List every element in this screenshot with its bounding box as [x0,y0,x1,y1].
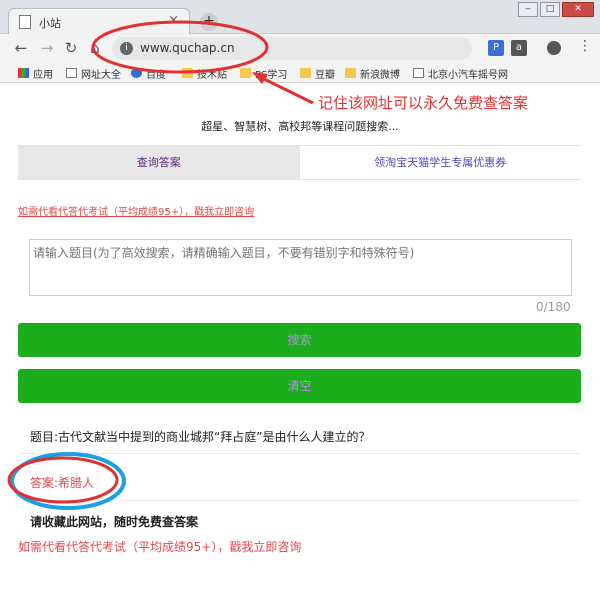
search-button[interactable]: 搜索 [18,323,581,357]
page-favicon-icon [19,15,31,29]
bookmark-url-directory[interactable]: 网址大全 [66,66,121,81]
bookmark-label: PS学习 [255,69,288,81]
promo-link[interactable]: 如需代看代答代考试（平均成绩95+），戳我立即咨询 [18,203,254,218]
bookmark-tech-posts[interactable]: 技术贴 [182,66,227,81]
clear-button[interactable]: 清空 [18,369,581,403]
bookmark-label: 技术贴 [197,69,227,81]
char-counter: 0/180 [536,300,571,314]
bookmark-notice: 请收藏此网站，随时免费查答案 [30,515,199,529]
bookmark-baidu[interactable]: 百度 [131,66,166,81]
bookmark-label: 北京小汽车摇号网 [428,69,508,81]
page-icon [66,68,77,78]
folder-icon [345,68,356,78]
folder-icon [240,68,251,78]
home-icon[interactable]: ⌂ [86,39,104,57]
page-icon [413,68,424,78]
minimize-button[interactable]: ‒ [518,2,538,17]
bookmark-label: 网址大全 [81,69,121,81]
divider [18,500,581,501]
promo-link-bottom[interactable]: 如需代看代答代考试（平均成绩95+），戳我立即咨询 [18,538,301,555]
bookmark-ps-learning[interactable]: PS学习 [240,66,288,81]
window-controls: ‒ □ ✕ [518,2,594,18]
bookmark-beijing-lottery[interactable]: 北京小汽车摇号网 [413,66,508,81]
browser-menu-icon[interactable]: ⋮ [578,38,592,54]
bookmark-label: 百度 [146,69,166,81]
browser-tab[interactable]: 小站 × [8,8,190,35]
bookmark-label: 新浪微博 [360,69,400,81]
tab-close-icon[interactable]: × [168,13,179,28]
new-tab-button[interactable]: + [200,13,218,31]
folder-icon [182,68,193,78]
tab-query-answer[interactable]: 查询答案 [18,146,300,179]
bookmark-apps[interactable]: 应用 [18,66,53,81]
url-text[interactable]: www.quchap.cn [140,41,235,55]
tab-title: 小站 [39,17,61,30]
divider [18,453,581,454]
extension-p-icon[interactable]: P [488,40,504,56]
maximize-button[interactable]: □ [540,2,560,17]
answer-text: 答案:希腊人 [30,476,95,490]
question-text: 题目:古代文献当中提到的商业城邦“拜占庭”是由什么人建立的？ [30,430,371,444]
browser-titlebar: 小站 × + ‒ □ ✕ [0,0,600,35]
content-tabs: 查询答案 领淘宝天猫学生专属优惠券 [18,145,581,180]
forward-arrow-icon[interactable]: → [38,39,56,57]
annotation-note: 记住该网址可以永久免费查答案 [318,94,529,112]
annotation-overlay [7,20,314,510]
bookmark-douban[interactable]: 豆瓣 [300,66,335,81]
reload-icon[interactable]: ↻ [62,39,80,57]
back-arrow-icon[interactable]: ← [12,39,30,57]
apps-icon [18,68,29,78]
tab-coupons[interactable]: 领淘宝天猫学生专属优惠券 [300,146,582,179]
site-info-icon[interactable]: i [120,42,133,55]
bookmarks-bar: 应用 网址大全 百度 技术贴 PS学习 豆瓣 新浪微博 北京小汽车摇号网 [0,63,600,83]
profile-avatar-icon[interactable] [547,41,561,55]
browser-toolbar: ← → ↻ ⌂ i www.quchap.cn P a ⋮ [0,34,600,63]
bookmark-label: 应用 [33,69,53,81]
paw-icon [131,68,142,78]
page-subtitle: 超星、智慧树、高校邦等课程问题搜索... [201,120,399,133]
folder-icon [300,68,311,78]
question-input[interactable] [29,239,572,296]
address-bar[interactable]: i www.quchap.cn [112,37,472,60]
close-window-button[interactable]: ✕ [562,2,594,17]
bookmark-weibo[interactable]: 新浪微博 [345,66,400,81]
bookmark-label: 豆瓣 [315,69,335,81]
extension-a-icon[interactable]: a [511,40,527,56]
